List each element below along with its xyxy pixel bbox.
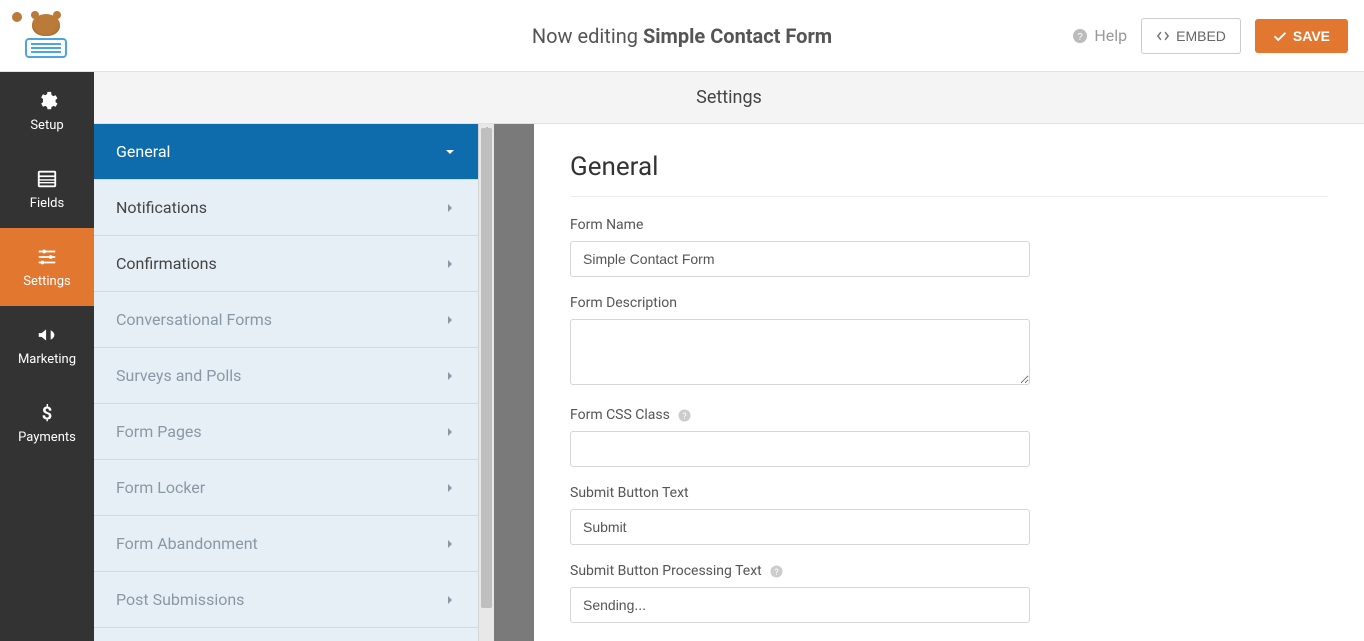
nav-item-settings[interactable]: Settings <box>0 228 94 306</box>
chevron-right-icon <box>444 202 456 214</box>
chevron-right-icon <box>444 482 456 494</box>
field-label: Form CSS Class ? <box>570 407 1328 423</box>
form-heading: General <box>570 152 1328 182</box>
field-form-name: Form Name <box>570 217 1328 277</box>
right-panel: Settings General Notifications Confirmat… <box>94 72 1364 641</box>
submenu-label: Surveys and Polls <box>116 366 241 385</box>
nav-label: Marketing <box>18 352 76 367</box>
submenu-item-form-abandonment[interactable]: Form Abandonment <box>94 516 478 572</box>
field-label: Submit Button Text <box>570 485 1328 501</box>
submenu-label: Conversational Forms <box>116 310 272 329</box>
field-label: Form Description <box>570 295 1328 311</box>
nav-item-fields[interactable]: Fields <box>0 150 94 228</box>
submenu-label: Form Pages <box>116 422 202 441</box>
code-icon <box>1156 29 1170 43</box>
submenu-item-form-pages[interactable]: Form Pages <box>94 404 478 460</box>
chevron-right-icon <box>444 258 456 270</box>
submenu-item-post-submissions[interactable]: Post Submissions <box>94 572 478 628</box>
submenu-label: Form Locker <box>116 478 205 497</box>
submenu-item-surveys-polls[interactable]: Surveys and Polls <box>94 348 478 404</box>
submit-button-processing-text-input[interactable] <box>570 587 1030 623</box>
current-form-name: Simple Contact Form <box>643 24 832 48</box>
submenu-item-form-locker[interactable]: Form Locker <box>94 460 478 516</box>
submenu-item-conversational-forms[interactable]: Conversational Forms <box>94 292 478 348</box>
form-css-class-input[interactable] <box>570 431 1030 467</box>
list-icon <box>36 168 58 190</box>
svg-text:$: $ <box>42 403 53 424</box>
nav-label: Setup <box>30 118 63 133</box>
field-submit-button-text: Submit Button Text <box>570 485 1328 545</box>
layout: Setup Fields Settings Marketing $ Paymen… <box>0 72 1364 641</box>
page-title: Now editing Simple Contact Form <box>532 24 832 48</box>
chevron-right-icon <box>444 594 456 606</box>
settings-submenu: General Notifications Confirmations Conv… <box>94 124 478 641</box>
sliders-icon <box>36 246 58 268</box>
help-link[interactable]: ? Help <box>1072 26 1127 45</box>
embed-label: EMBED <box>1176 28 1226 44</box>
submenu-label: Confirmations <box>116 254 217 273</box>
nav-label: Fields <box>30 196 64 211</box>
dollar-icon: $ <box>36 402 58 424</box>
field-submit-button-processing-text: Submit Button Processing Text ? <box>570 563 1328 623</box>
chevron-right-icon <box>444 314 456 326</box>
help-icon[interactable]: ? <box>678 409 691 422</box>
gap-column <box>494 124 534 641</box>
help-icon: ? <box>1072 28 1088 44</box>
chevron-right-icon <box>444 538 456 550</box>
settings-submenu-wrap: General Notifications Confirmations Conv… <box>94 124 494 641</box>
help-icon[interactable]: ? <box>770 565 783 578</box>
submenu-scrollbar[interactable] <box>478 124 494 641</box>
embed-button[interactable]: EMBED <box>1141 18 1241 54</box>
submenu-item-general[interactable]: General <box>94 124 478 180</box>
field-label: Submit Button Processing Text ? <box>570 563 1328 579</box>
primary-nav: Setup Fields Settings Marketing $ Paymen… <box>0 72 94 641</box>
top-header: Now editing Simple Contact Form ? Help E… <box>0 0 1364 72</box>
submenu-item-notifications[interactable]: Notifications <box>94 180 478 236</box>
form-settings-area: General Form Name Form Description <box>534 124 1364 641</box>
submenu-label: Form Abandonment <box>116 534 258 553</box>
help-label: Help <box>1094 26 1127 45</box>
field-form-description: Form Description <box>570 295 1328 389</box>
svg-text:?: ? <box>682 412 686 422</box>
submit-button-text-input[interactable] <box>570 509 1030 545</box>
nav-label: Payments <box>18 430 76 445</box>
bullhorn-icon <box>36 324 58 346</box>
chevron-right-icon <box>444 370 456 382</box>
save-label: SAVE <box>1293 28 1330 44</box>
wpforms-logo <box>16 11 76 61</box>
save-button[interactable]: SAVE <box>1255 19 1348 53</box>
nav-item-marketing[interactable]: Marketing <box>0 306 94 384</box>
form-description-input[interactable] <box>570 319 1030 385</box>
content-row: General Notifications Confirmations Conv… <box>94 124 1364 641</box>
submenu-item-confirmations[interactable]: Confirmations <box>94 236 478 292</box>
chevron-right-icon <box>444 426 456 438</box>
editing-prefix: Now editing <box>532 24 643 48</box>
divider <box>570 196 1328 197</box>
section-bar: Settings <box>94 72 1364 124</box>
submenu-label: General <box>116 142 170 161</box>
submenu-label: Post Submissions <box>116 590 244 609</box>
gear-icon <box>36 90 58 112</box>
nav-item-payments[interactable]: $ Payments <box>0 384 94 462</box>
nav-label: Settings <box>23 274 70 289</box>
header-actions: ? Help EMBED SAVE <box>1072 18 1348 54</box>
nav-item-setup[interactable]: Setup <box>0 72 94 150</box>
form-name-input[interactable] <box>570 241 1030 277</box>
chevron-down-icon <box>444 146 456 158</box>
submenu-label: Notifications <box>116 198 207 217</box>
field-form-css-class: Form CSS Class ? <box>570 407 1328 467</box>
field-label: Form Name <box>570 217 1328 233</box>
section-title: Settings <box>696 87 762 108</box>
svg-text:?: ? <box>774 568 778 578</box>
check-icon <box>1273 29 1287 43</box>
svg-text:?: ? <box>1078 32 1084 43</box>
scrollbar-thumb[interactable] <box>481 128 492 608</box>
